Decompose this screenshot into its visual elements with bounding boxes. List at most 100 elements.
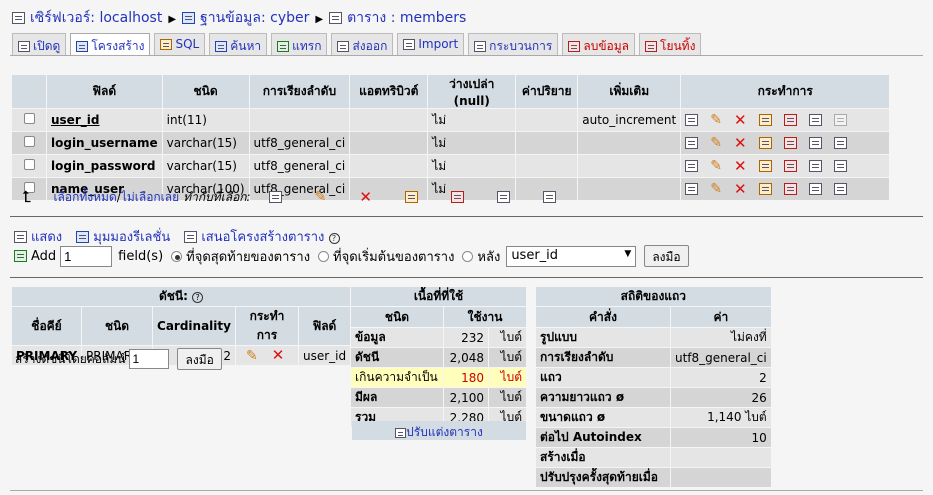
field-collation: utf8_general_ci (249, 155, 350, 177)
field-attributes (350, 132, 428, 154)
print-icon (14, 231, 27, 243)
radio-at-begin[interactable] (318, 250, 330, 262)
unique-icon[interactable] (783, 114, 797, 126)
tab-sql[interactable]: SQL (154, 33, 206, 55)
sql-icon (160, 39, 173, 50)
create-index-count-input[interactable] (129, 349, 170, 369)
tab-drop[interactable]: โยนทิ้ง (639, 33, 702, 55)
drop-index-x-icon[interactable]: ✕ (272, 347, 285, 362)
fulltext-selected-icon[interactable] (542, 191, 556, 203)
tab-underline (10, 55, 923, 56)
unique-icon[interactable] (783, 137, 797, 149)
browse-distinct-icon[interactable] (685, 183, 699, 195)
unique-icon[interactable] (783, 183, 797, 195)
export-icon (337, 41, 350, 52)
index-selected-icon[interactable] (496, 191, 510, 203)
create-index-go-button[interactable]: ลงมือ (177, 348, 222, 370)
field-extra: auto_increment (578, 109, 681, 131)
field-default (516, 132, 578, 154)
help-icon[interactable]: ? (328, 233, 340, 244)
tab-import[interactable]: Import (397, 33, 465, 55)
radio-at-end[interactable] (171, 250, 183, 262)
table-row: login_username varchar(15) utf8_general_… (12, 132, 890, 154)
row-checkbox[interactable] (23, 159, 35, 170)
row-checkbox[interactable] (23, 136, 35, 147)
delete-x-icon[interactable]: ✕ (734, 136, 747, 151)
primary-key-icon[interactable] (758, 183, 772, 195)
tab-search[interactable]: ค้นหา (209, 33, 268, 55)
radio-after[interactable] (462, 250, 474, 262)
unique-icon[interactable] (783, 160, 797, 172)
after-field-select[interactable]: user_id (506, 245, 637, 267)
browse-distinct-icon[interactable] (685, 114, 699, 126)
tab-operations[interactable]: กระบวนการ (468, 33, 559, 55)
breadcrumb-server[interactable]: เซิร์ฟเวอร์: localhost (30, 10, 162, 26)
primary-key-icon[interactable] (758, 137, 772, 149)
index-field: user_id (298, 346, 351, 365)
field-collation: utf8_general_ci (249, 132, 350, 154)
uncheck-all-link[interactable]: ไม่เลือกเลย (121, 188, 179, 207)
add-field-count-input[interactable] (60, 245, 113, 267)
primary-key-icon[interactable] (758, 114, 772, 126)
delete-x-icon[interactable]: ✕ (734, 182, 747, 197)
browse-selected-icon[interactable] (268, 191, 282, 203)
fulltext-icon[interactable] (833, 137, 847, 149)
index-icon[interactable] (808, 160, 822, 172)
space-value: 2,100 (444, 388, 488, 407)
index-icon[interactable] (808, 183, 822, 195)
row-checkbox[interactable] (23, 113, 35, 124)
optimize-table-link[interactable]: ปรับแต่งตาราง (352, 421, 526, 440)
delete-x-icon[interactable]: ✕ (734, 113, 747, 128)
delete-x-icon[interactable]: ✕ (734, 159, 747, 174)
breadcrumb-database[interactable]: ฐานข้อมูล: cyber (200, 10, 309, 26)
breadcrumb-table[interactable]: ตาราง : members (347, 10, 466, 26)
propose-structure-icon (184, 231, 198, 243)
header-checkbox (12, 75, 46, 108)
row-actions: ✎ ✕ (681, 109, 890, 131)
row-actions: ✎ ✕ (681, 155, 890, 177)
fulltext-icon[interactable] (833, 160, 847, 172)
edit-pencil-icon[interactable]: ✎ (710, 159, 722, 173)
field-default (516, 109, 578, 131)
tab-structure[interactable]: โครงสร้าง (70, 33, 151, 56)
field-attributes (350, 109, 428, 131)
edit-selected-pencil-icon[interactable]: ✎ (315, 190, 327, 204)
tab-label: เปิดดู (33, 39, 61, 53)
edit-index-pencil-icon[interactable]: ✎ (246, 349, 258, 363)
index-icon[interactable] (808, 114, 822, 126)
space-header-type: ชนิด (351, 307, 443, 327)
indexes-help-icon[interactable]: ? (192, 292, 204, 303)
tab-label: แทรก (292, 39, 322, 53)
tab-insert[interactable]: แทรก (271, 33, 328, 55)
indexes-caption: ดัชนี: ? (12, 287, 351, 306)
fulltext-icon[interactable] (833, 183, 847, 195)
relation-view-link[interactable]: มุมมองรีเลชั่น (76, 230, 170, 245)
edit-pencil-icon[interactable]: ✎ (710, 113, 722, 127)
divider (10, 216, 923, 217)
primary-key-icon[interactable] (758, 160, 772, 172)
edit-pencil-icon[interactable]: ✎ (710, 182, 722, 196)
edit-pencil-icon[interactable]: ✎ (710, 136, 722, 150)
tab-empty[interactable]: ลบข้อมูล (562, 33, 635, 55)
propose-structure-link[interactable]: เสนอโครงสร้างตาราง ? (184, 230, 340, 245)
tab-label: Import (418, 37, 459, 51)
print-view-link[interactable]: แสดง (14, 230, 62, 245)
field-extra (578, 132, 681, 154)
primary-selected-icon[interactable] (404, 191, 418, 203)
index-icon[interactable] (808, 137, 822, 149)
browse-distinct-icon[interactable] (685, 160, 699, 172)
after-label: หลัง (477, 249, 501, 265)
add-field-go-button[interactable]: ลงมือ (644, 245, 689, 267)
tab-label: SQL (175, 37, 200, 51)
header-action: กระทำการ (681, 75, 890, 108)
check-all-link[interactable]: เลือกทั้งหมด (53, 188, 116, 207)
delete-selected-x-icon[interactable]: ✕ (359, 190, 372, 205)
browse-distinct-icon[interactable] (685, 137, 699, 149)
import-icon (403, 39, 416, 50)
tab-export[interactable]: ส่งออก (331, 33, 394, 55)
unique-selected-icon[interactable] (450, 191, 464, 203)
tab-browse[interactable]: เปิดดู (12, 33, 67, 55)
field-name: login_password (47, 155, 162, 177)
tab-label: ส่งออก (352, 39, 388, 53)
fulltext-icon[interactable] (833, 114, 847, 126)
